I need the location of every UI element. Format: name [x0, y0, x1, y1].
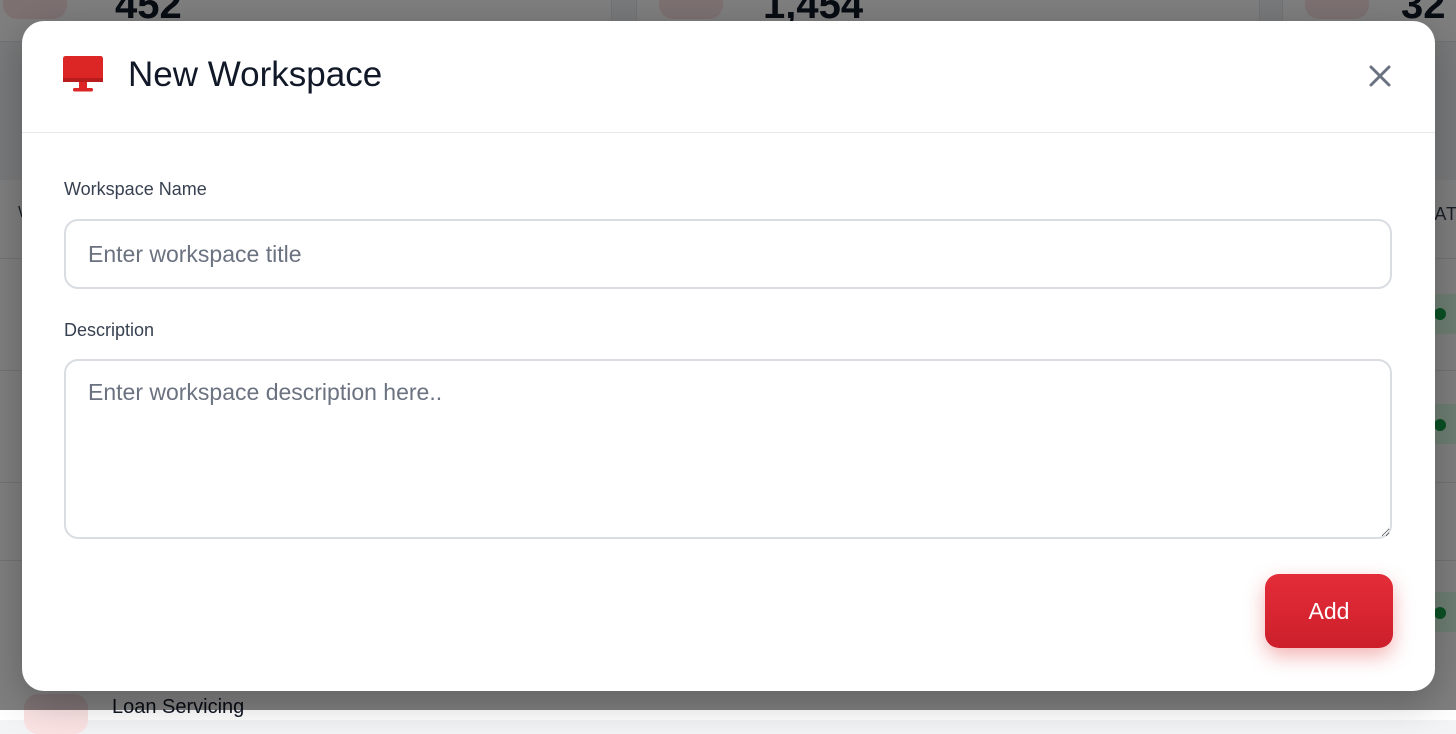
workspace-name-input[interactable] — [64, 219, 1392, 289]
monitor-icon — [62, 55, 104, 93]
description-label: Description — [64, 320, 155, 340]
add-button[interactable]: Add — [1265, 574, 1393, 648]
description-textarea[interactable] — [64, 359, 1392, 539]
close-icon — [1362, 65, 1398, 97]
modal-title: New Workspace — [128, 55, 383, 94]
modal-header: New Workspace — [22, 21, 1435, 133]
new-workspace-modal: New Workspace Workspace Name Description… — [22, 21, 1435, 691]
workspace-name-label: Workspace Name — [64, 179, 207, 199]
close-button[interactable] — [1362, 58, 1398, 94]
